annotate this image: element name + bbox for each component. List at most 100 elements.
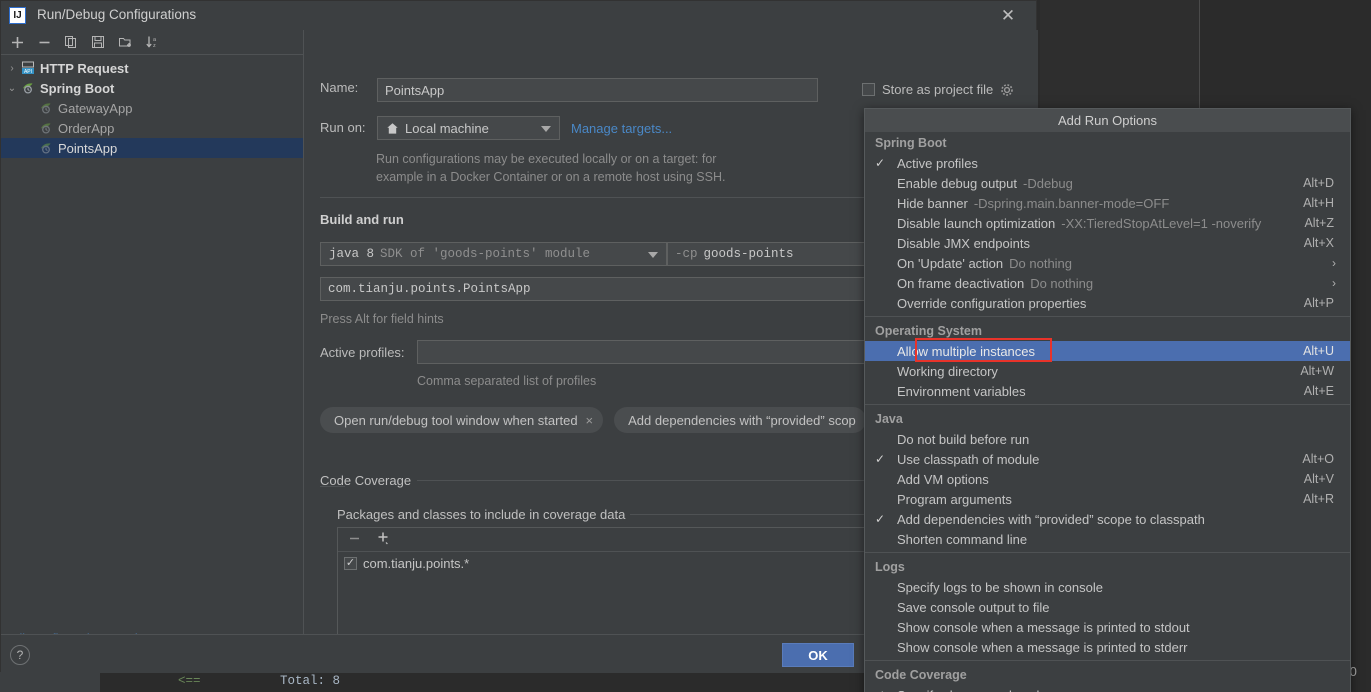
menu-item-shortcut: Alt+E — [1303, 384, 1334, 398]
menu-item-shorten-command-line[interactable]: Shorten command line — [865, 529, 1350, 549]
add-run-options-menu-title: Add Run Options — [865, 109, 1350, 132]
question-mark-icon[interactable]: ? — [10, 645, 30, 665]
chevron-right-icon: › — [1332, 256, 1336, 270]
build-and-run-title: Build and run — [320, 212, 404, 227]
add-run-options-menu-body: Spring Boot ✓ Active profiles Enable debug … — [865, 132, 1350, 692]
menu-item-hide-banner[interactable]: Hide banner -Dspring.main.banner-mode=OFF… — [865, 193, 1350, 213]
menu-item-label: Shorten command line — [897, 531, 1028, 547]
run-on-label: Run on: — [320, 120, 366, 135]
menu-separator — [865, 552, 1350, 553]
menu-item-value: -Dspring.main.banner-mode=OFF — [973, 195, 1170, 211]
tree-item-label: OrderApp — [58, 120, 115, 136]
menu-item-shortcut: Alt+W — [1300, 364, 1334, 378]
menu-group-title: Logs — [875, 560, 905, 574]
remove-configuration-button[interactable] — [32, 31, 56, 53]
option-chip-remove-icon[interactable]: × — [586, 413, 594, 428]
menu-item-disable-launch-optimization[interactable]: Disable launch optimization -XX:TieredSto… — [865, 213, 1350, 233]
run-on-row: Run on: — [320, 120, 366, 135]
menu-item-value: Do nothing — [1009, 255, 1073, 271]
menu-item-environment-variables[interactable]: Environment variables Alt+E — [865, 381, 1350, 401]
manage-targets-link[interactable]: Manage targets... — [571, 121, 672, 136]
menu-item-save-console-output-to-file[interactable]: Save console output to file — [865, 597, 1350, 617]
jdk-combo[interactable]: java 8 SDK of 'goods-points' module — [320, 242, 667, 266]
copy-configuration-button[interactable] — [59, 31, 83, 53]
menu-item-on-update-action[interactable]: On 'Update' action Do nothing › — [865, 253, 1350, 273]
menu-item-label: Allow multiple instances — [897, 343, 1036, 359]
menu-separator — [865, 316, 1350, 317]
menu-item-active-profiles[interactable]: ✓ Active profiles — [865, 153, 1350, 173]
coverage-item-checkbox[interactable] — [344, 556, 357, 570]
option-chip-label: Add dependencies with “provided” scop — [628, 412, 856, 428]
tree-item-label: PointsApp — [58, 140, 118, 156]
menu-item-shortcut: Alt+U — [1303, 344, 1334, 358]
tree-item-pointsapp[interactable]: PointsApp — [1, 138, 303, 158]
menu-item-shortcut: Alt+P — [1303, 296, 1334, 310]
screen-root: <== Total: 8 CSDN @Perley620 IJ Run/Debu… — [0, 0, 1371, 692]
option-chip[interactable]: Add dependencies with “provided” scop — [614, 407, 866, 433]
menu-item-allow-multiple-instances[interactable]: Allow multiple instances Alt+U — [865, 341, 1350, 361]
name-input[interactable]: PointsApp — [377, 78, 818, 102]
menu-group-title: Operating System — [875, 324, 982, 338]
tree-item-orderapp[interactable]: OrderApp — [1, 118, 303, 138]
menu-item-label: Specify logs to be shown in console — [897, 579, 1103, 595]
menu-item-show-console-when-a-message-is-printed-to-stderr[interactable]: Show console when a message is printed t… — [865, 637, 1350, 657]
store-as-project-file-row[interactable]: Store as project file — [862, 82, 1014, 97]
menu-item-use-classpath-of-module[interactable]: ✓ Use classpath of module Alt+O — [865, 449, 1350, 469]
coverage-remove-button[interactable] — [348, 532, 361, 548]
name-row: Name: — [320, 80, 358, 95]
run-on-target-combo[interactable]: Local machine — [377, 116, 560, 140]
menu-item-label: Show console when a message is printed t… — [897, 619, 1190, 635]
save-configuration-button[interactable] — [86, 31, 110, 53]
menu-item-label: Do not build before run — [897, 431, 1030, 447]
menu-item-value: -XX:TieredStopAtLevel=1 -noverify — [1061, 215, 1262, 231]
jdk-value-detail: SDK of 'goods-points' module — [380, 247, 591, 261]
menu-item-label: Override configuration properties — [897, 295, 1087, 311]
menu-item-program-arguments[interactable]: Program arguments Alt+R — [865, 489, 1350, 509]
field-hints-label: Press Alt for field hints — [320, 312, 444, 326]
menu-item-label: Add dependencies with “provided” scope t… — [897, 511, 1205, 527]
spring-icon — [37, 101, 55, 115]
tree-item-label: GatewayApp — [58, 100, 133, 116]
check-icon: ✓ — [875, 452, 886, 466]
menu-separator — [865, 404, 1350, 405]
option-chip[interactable]: Open run/debug tool window when started × — [320, 407, 604, 433]
new-folder-button[interactable] — [113, 31, 137, 53]
menu-item-show-console-when-a-message-is-printed-to-stdout[interactable]: Show console when a message is printed t… — [865, 617, 1350, 637]
run-on-description-line-2: example in a Docker Container or on a re… — [376, 170, 726, 184]
ok-button[interactable]: OK — [782, 643, 854, 667]
check-icon: ✓ — [875, 512, 886, 526]
menu-item-working-directory[interactable]: Working directory Alt+W — [865, 361, 1350, 381]
active-profiles-label: Active profiles: — [320, 345, 405, 360]
menu-item-shortcut: Alt+H — [1303, 196, 1334, 210]
menu-item-on-frame-deactivation[interactable]: On frame deactivation Do nothing › — [865, 273, 1350, 293]
menu-item-enable-debug-output[interactable]: Enable debug output -Ddebug Alt+D — [865, 173, 1350, 193]
check-icon: ✓ — [875, 688, 897, 692]
home-icon — [386, 122, 399, 135]
sort-alpha-icon[interactable]: az — [140, 31, 164, 53]
tree-item-gatewayapp[interactable]: GatewayApp — [1, 98, 303, 118]
add-configuration-button[interactable] — [5, 31, 29, 53]
tree-item-spring-boot[interactable]: ⌄ Spring Boot — [1, 78, 303, 98]
tree-item-http-request[interactable]: › API HTTP Request — [1, 58, 303, 78]
menu-item-label: On 'Update' action — [897, 255, 1004, 271]
gear-icon[interactable] — [1000, 83, 1014, 97]
menu-item-disable-jmx-endpoints[interactable]: Disable JMX endpoints Alt+X — [865, 233, 1350, 253]
menu-item-add-vm-options[interactable]: Add VM options Alt+V — [865, 469, 1350, 489]
menu-item-label: Program arguments — [897, 491, 1012, 507]
tree-twisty-icon[interactable]: ⌄ — [5, 83, 19, 94]
menu-item-override-configuration-properties[interactable]: Override configuration properties Alt+P — [865, 293, 1350, 313]
check-icon: ✓ — [875, 156, 886, 170]
menu-item-specify-classes-and-packages[interactable]: ✓Specify classes and packages — [865, 685, 1350, 692]
tree-twisty-icon[interactable]: › — [5, 63, 19, 74]
menu-item-add-dependencies-with-provided-scope-to-classpath[interactable]: ✓ Add dependencies with “provided” scope … — [865, 509, 1350, 529]
store-as-project-file-label: Store as project file — [882, 82, 994, 97]
store-as-project-file-checkbox[interactable] — [862, 83, 875, 96]
menu-item-specify-logs-to-be-shown-in-console[interactable]: Specify logs to be shown in console — [865, 577, 1350, 597]
chevron-right-icon: › — [1332, 276, 1336, 290]
coverage-add-button[interactable] — [377, 531, 391, 548]
chevron-down-icon — [648, 252, 658, 258]
menu-item-shortcut: Alt+D — [1303, 176, 1334, 190]
close-icon[interactable]: ✕ — [998, 6, 1018, 26]
menu-item-do-not-build-before-run[interactable]: Do not build before run — [865, 429, 1350, 449]
menu-item-label: Enable debug output — [897, 175, 1017, 191]
